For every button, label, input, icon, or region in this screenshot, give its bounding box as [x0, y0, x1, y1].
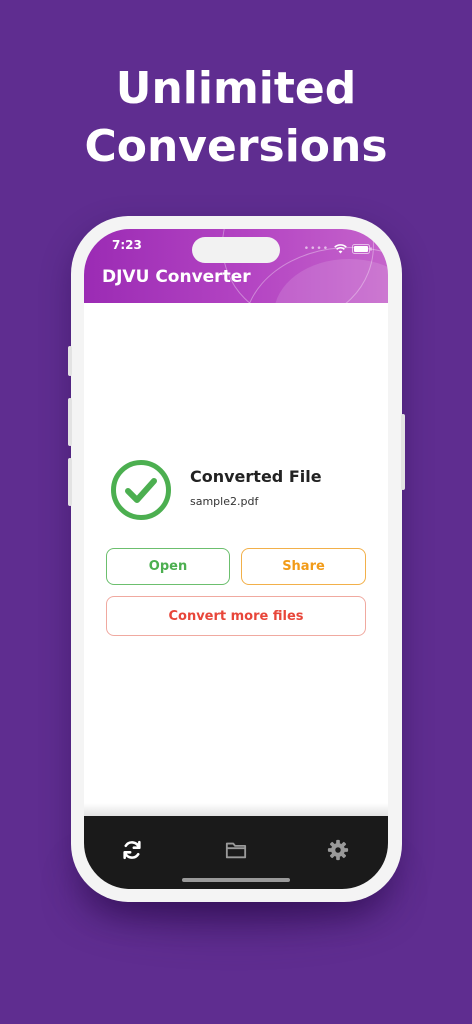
tab-files[interactable]: [222, 836, 250, 864]
tabbar-shadow: [84, 803, 388, 817]
battery-icon: [352, 239, 372, 258]
app-title: DJVU Converter: [102, 267, 251, 287]
check-circle-icon: [110, 459, 172, 521]
phone-frame: 7:23 •••• DJVU Converter Converted File …: [68, 216, 405, 902]
headline-line-2: Conversions: [84, 121, 388, 172]
phone-volume-up: [68, 398, 72, 446]
sync-icon: [123, 840, 141, 860]
bottom-tab-bar: [84, 816, 388, 889]
phone-mute-switch: [68, 346, 72, 376]
share-button[interactable]: Share: [241, 548, 366, 585]
dynamic-island: [192, 237, 280, 263]
signal-dots-icon: ••••: [303, 243, 329, 254]
status-icons: ••••: [304, 239, 372, 258]
conversion-result: Converted File sample2.pdf: [110, 459, 370, 521]
tab-convert[interactable]: [118, 836, 146, 864]
wifi-icon: [334, 239, 347, 258]
folder-icon: [225, 842, 247, 859]
app-screen: 7:23 •••• DJVU Converter Converted File …: [84, 229, 388, 889]
open-button[interactable]: Open: [106, 548, 230, 585]
home-indicator: [182, 878, 290, 882]
tab-settings[interactable]: [324, 836, 352, 864]
promo-headline: Unlimited Conversions: [0, 60, 472, 176]
result-filename: sample2.pdf: [190, 495, 259, 508]
result-title: Converted File: [190, 467, 322, 486]
phone-power-button: [401, 414, 405, 490]
convert-more-button[interactable]: Convert more files: [106, 596, 366, 636]
gear-icon: [327, 839, 349, 861]
headline-line-1: Unlimited: [115, 63, 357, 114]
status-time: 7:23: [112, 238, 142, 252]
phone-volume-down: [68, 458, 72, 506]
app-bar: 7:23 •••• DJVU Converter: [84, 229, 388, 303]
